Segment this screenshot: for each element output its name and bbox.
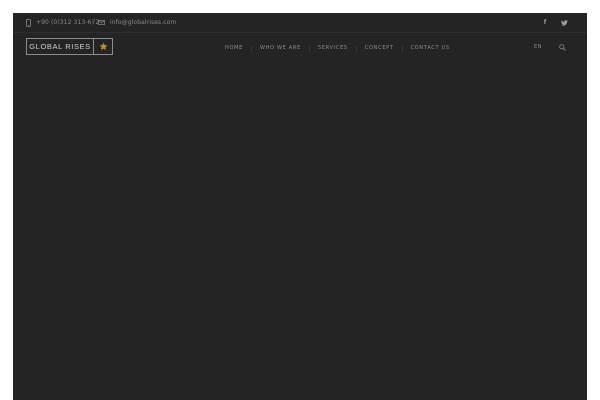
language-selector[interactable]: EN [534,42,542,52]
search-icon [558,43,566,51]
search-button[interactable] [557,42,567,52]
phone-contact[interactable]: +90 (0)312 313-672 [26,17,99,28]
language-label: EN [534,44,543,50]
nav-divider [401,45,403,51]
logo-star-box [94,39,112,54]
logo-text: GLOBAL RISES [27,39,94,54]
phone-number: +90 (0)312 313-672 [36,19,100,26]
twitter-link[interactable] [559,17,569,28]
nav-divider [355,45,357,51]
nav-item-contact-us[interactable]: CONTACT US [411,45,450,51]
facebook-icon: f [543,19,547,26]
nav-divider [308,45,310,51]
nav-item-home[interactable]: HOME [225,45,243,51]
top-bar: +90 (0)312 313-672 info@globalrises.com … [13,13,587,33]
phone-icon [26,18,31,27]
page-frame: +90 (0)312 313-672 info@globalrises.com … [13,13,587,400]
nav-item-concept[interactable]: CONCEPT [365,45,394,51]
star-icon [99,42,107,51]
nav-item-services[interactable]: SERVICES [318,45,348,51]
logo[interactable]: GLOBAL RISES [26,38,113,55]
email-address: info@globalrises.com [110,19,177,26]
site-header: GLOBAL RISES HOME WHO WE ARE SERVICES CO… [13,33,587,63]
twitter-icon [560,19,568,26]
email-contact[interactable]: info@globalrises.com [98,17,176,28]
facebook-link[interactable]: f [540,17,550,28]
nav-item-who-we-are[interactable]: WHO WE ARE [260,45,301,51]
topbar-divider [92,19,93,26]
nav-divider [250,45,252,51]
hero-section [13,63,587,400]
envelope-icon [98,20,105,25]
main-nav: HOME WHO WE ARE SERVICES CONCEPT CONTACT… [225,44,450,52]
